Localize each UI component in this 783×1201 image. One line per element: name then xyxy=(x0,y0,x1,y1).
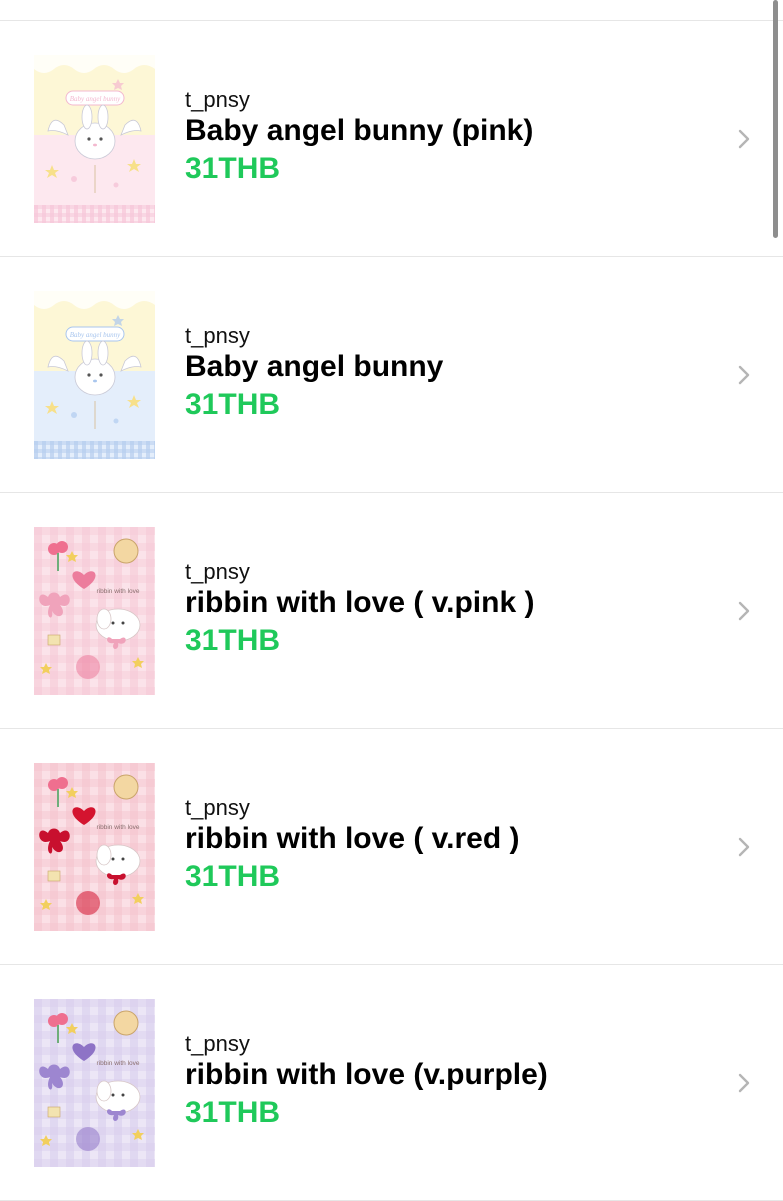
list-item[interactable]: ribbin with love t_pnsy ribbin with love… xyxy=(0,965,783,1201)
product-price: 31THB xyxy=(185,860,281,893)
item-info: t_pnsy Baby angel bunny (pink) 31THB xyxy=(185,87,533,187)
chevron-right-icon xyxy=(738,837,750,857)
product-thumbnail: ribbin with love xyxy=(34,999,155,1167)
thumbnail-caption: Baby angel bunny xyxy=(70,331,121,339)
item-info: t_pnsy ribbin with love ( v.red ) 31THB xyxy=(185,795,519,895)
list-item[interactable]: ribbin with love t_pnsy ribbin with love… xyxy=(0,729,783,965)
product-price: 31THB xyxy=(185,152,281,185)
chevron-right-icon xyxy=(738,1073,750,1093)
author-name: t_pnsy xyxy=(185,559,250,584)
thumbnail-caption: Baby angel bunny xyxy=(70,95,121,103)
thumbnail-caption: ribbin with love xyxy=(97,1060,140,1067)
item-info: t_pnsy ribbin with love ( v.pink ) 31THB xyxy=(185,559,534,659)
product-title: Baby angel bunny (pink) xyxy=(185,114,534,147)
product-thumbnail: ribbin with love xyxy=(34,763,155,931)
author-name: t_pnsy xyxy=(185,87,250,112)
author-name: t_pnsy xyxy=(185,323,250,348)
sticker-list: Baby angel bunny t_pnsy Baby angel bunny… xyxy=(0,21,783,1201)
author-name: t_pnsy xyxy=(185,1031,250,1056)
author-name: t_pnsy xyxy=(185,795,250,820)
chevron-right-icon xyxy=(738,365,750,385)
product-thumbnail: ribbin with love xyxy=(34,527,155,695)
product-price: 31THB xyxy=(185,1096,281,1129)
chevron-right-icon xyxy=(738,601,750,621)
item-info: t_pnsy Baby angel bunny 31THB xyxy=(185,323,443,423)
item-info: t_pnsy ribbin with love (v.purple) 31THB xyxy=(185,1031,548,1131)
thumbnail-caption: ribbin with love xyxy=(97,824,140,831)
product-title: ribbin with love ( v.pink ) xyxy=(185,586,535,619)
product-title: ribbin with love (v.purple) xyxy=(185,1058,548,1091)
list-item[interactable]: Baby angel bunny t_pnsy Baby angel bunny… xyxy=(0,21,783,257)
product-price: 31THB xyxy=(185,388,281,421)
product-title: ribbin with love ( v.red ) xyxy=(185,822,520,855)
chevron-right-icon xyxy=(738,129,750,149)
thumbnail-caption: ribbin with love xyxy=(97,588,140,595)
product-thumbnail: Baby angel bunny xyxy=(34,291,155,459)
scrollbar[interactable] xyxy=(773,0,778,238)
product-price: 31THB xyxy=(185,624,281,657)
list-item[interactable]: ribbin with love t_pnsy ribbin with love… xyxy=(0,493,783,729)
product-title: Baby angel bunny xyxy=(185,350,444,383)
list-item[interactable]: Baby angel bunny t_pnsy Baby angel bunny… xyxy=(0,257,783,493)
product-thumbnail: Baby angel bunny xyxy=(34,55,155,223)
